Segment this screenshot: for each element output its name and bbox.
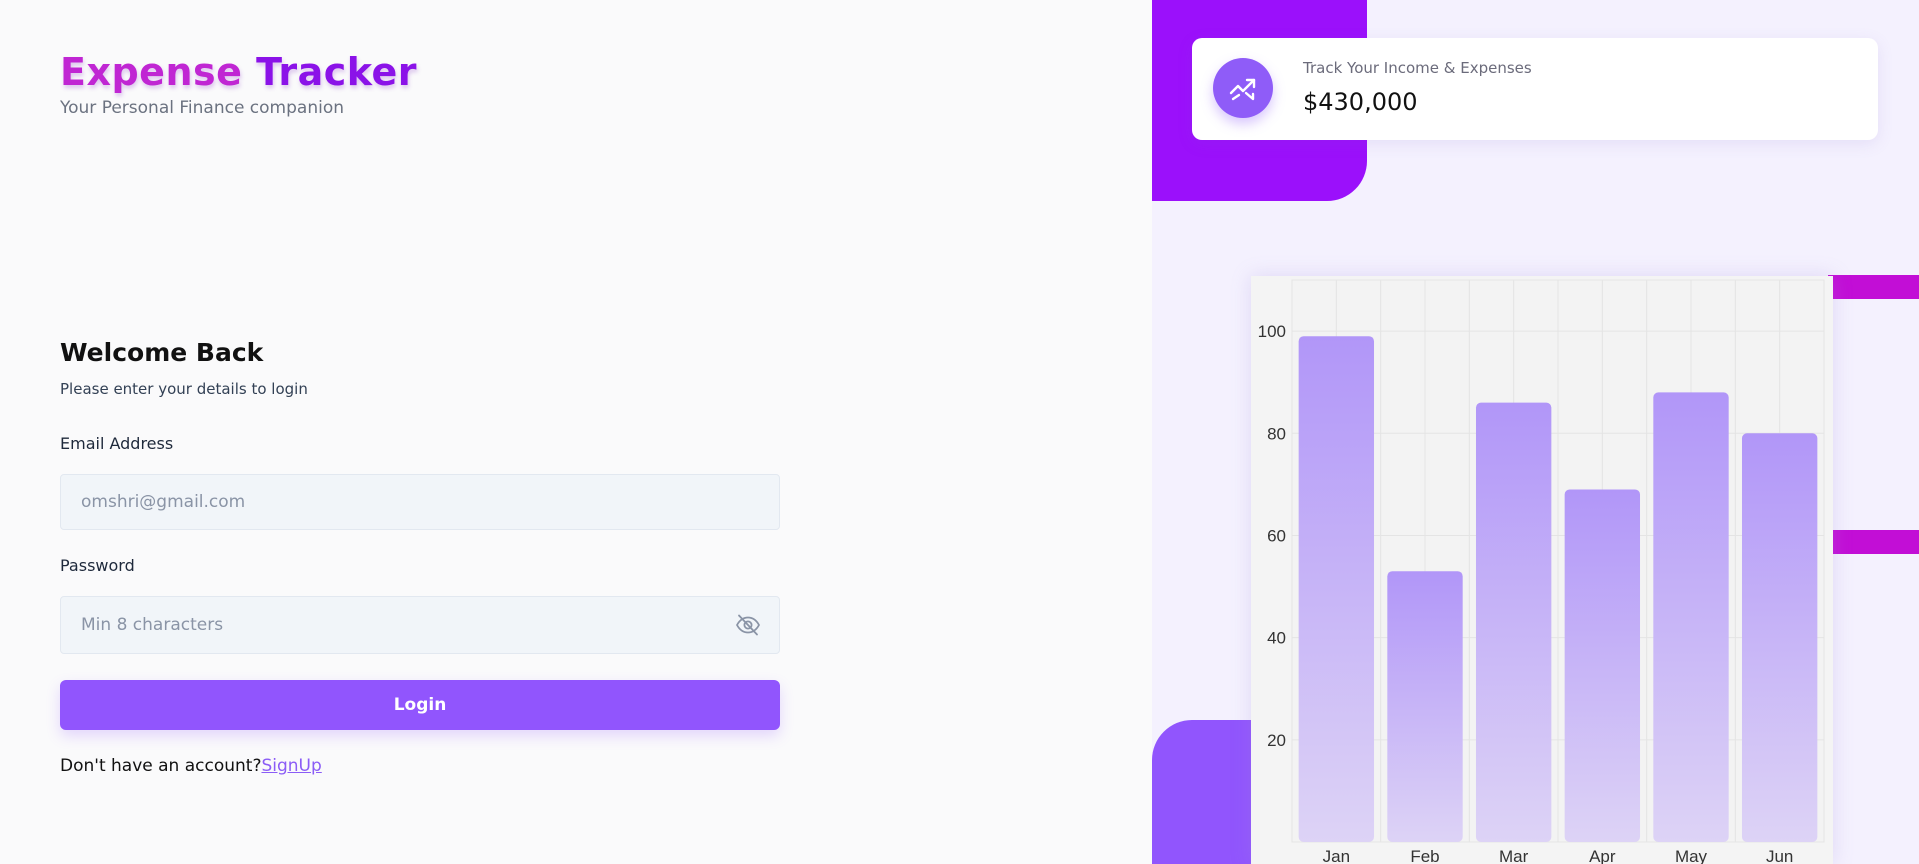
login-page: Expense Tracker Your Personal Finance co… bbox=[0, 0, 1919, 864]
password-input[interactable] bbox=[81, 597, 721, 653]
showcase-panel: Track Your Income & Expenses $430,000 20… bbox=[1152, 0, 1919, 864]
app-subtitle: Your Personal Finance companion bbox=[60, 98, 344, 118]
signup-prompt-text: Don't have an account? bbox=[60, 756, 262, 776]
email-input[interactable] bbox=[81, 475, 721, 529]
password-label: Password bbox=[60, 556, 135, 575]
monthly-bar-chart: 20 40 60 80 100 Jan Feb Mar Apr May Jun bbox=[1251, 276, 1833, 864]
x-tick-label: Jan bbox=[1323, 847, 1350, 864]
x-tick-label: May bbox=[1675, 847, 1708, 864]
login-panel: Expense Tracker Your Personal Finance co… bbox=[0, 0, 1152, 864]
signup-prompt: Don't have an account?SignUp bbox=[60, 756, 322, 776]
y-tick-label: 40 bbox=[1267, 629, 1286, 648]
email-label: Email Address bbox=[60, 434, 174, 453]
stat-value: $430,000 bbox=[1303, 88, 1418, 116]
bar-may bbox=[1653, 392, 1729, 842]
x-tick-label: Jun bbox=[1766, 847, 1793, 864]
trending-up-icon bbox=[1213, 58, 1273, 118]
stat-label: Track Your Income & Expenses bbox=[1303, 59, 1532, 77]
x-tick-label: Feb bbox=[1410, 847, 1439, 864]
bar-apr bbox=[1564, 489, 1641, 842]
signup-link[interactable]: SignUp bbox=[261, 756, 321, 776]
income-expense-card: Track Your Income & Expenses $430,000 bbox=[1192, 38, 1878, 140]
login-button[interactable]: Login bbox=[60, 680, 780, 730]
y-tick-label: 60 bbox=[1267, 526, 1286, 545]
bar-feb bbox=[1387, 571, 1463, 842]
app-title-word-2: Tracker bbox=[256, 50, 418, 94]
login-subheading: Please enter your details to login bbox=[60, 380, 308, 398]
bar-jan bbox=[1298, 336, 1375, 842]
password-field-box[interactable] bbox=[60, 596, 780, 654]
eye-off-icon[interactable] bbox=[735, 613, 761, 637]
bar-jun bbox=[1741, 433, 1818, 842]
bar-mar bbox=[1475, 402, 1552, 842]
bar-chart-svg: 20 40 60 80 100 Jan Feb Mar Apr May Jun bbox=[1258, 279, 1825, 864]
login-heading: Welcome Back bbox=[60, 338, 264, 367]
y-tick-label: 20 bbox=[1267, 731, 1286, 750]
app-title-word-1: Expense bbox=[60, 50, 243, 94]
decorative-bar-2 bbox=[1828, 530, 1919, 554]
app-title: Expense Tracker bbox=[60, 50, 417, 94]
x-tick-label: Apr bbox=[1589, 847, 1616, 864]
decorative-bar-1 bbox=[1828, 275, 1919, 299]
y-tick-label: 100 bbox=[1258, 322, 1286, 341]
email-field-box[interactable] bbox=[60, 474, 780, 530]
y-tick-label: 80 bbox=[1267, 424, 1286, 443]
x-tick-label: Mar bbox=[1499, 847, 1529, 864]
